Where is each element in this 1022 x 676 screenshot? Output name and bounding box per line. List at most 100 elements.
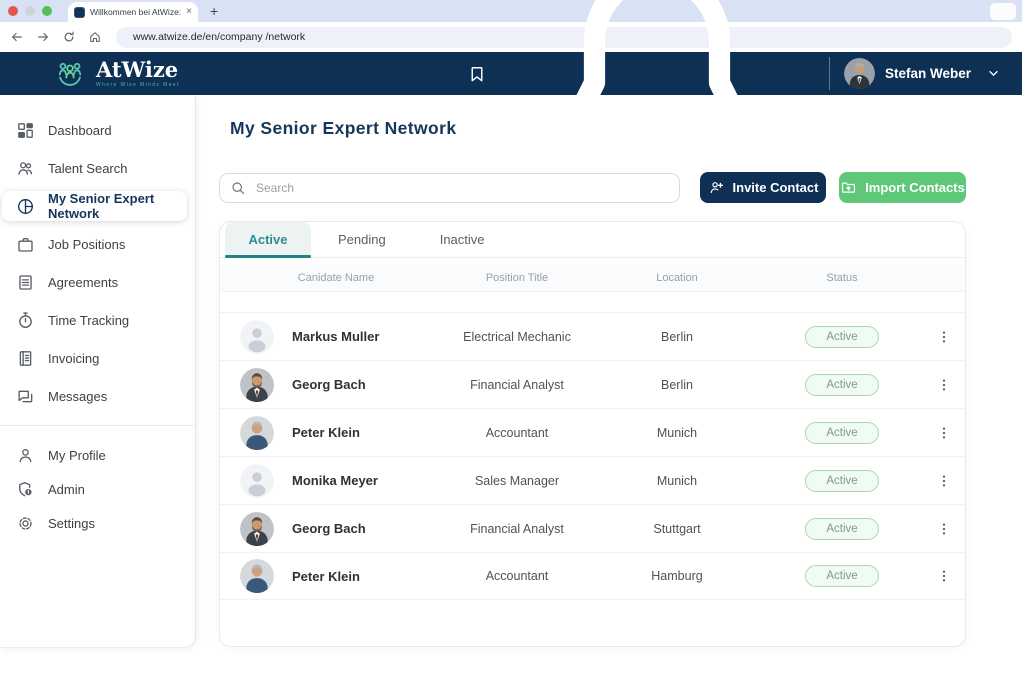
candidate-name: Peter Klein: [292, 425, 432, 440]
sidebar-item-dashboard[interactable]: Dashboard: [2, 115, 187, 145]
import-contacts-button[interactable]: Import Contacts: [839, 172, 966, 203]
window-minimize-button[interactable]: [25, 6, 35, 16]
sidebar-item-label: Settings: [48, 516, 95, 531]
column-header-status: Status: [752, 272, 932, 284]
photo-avatar-peter: [240, 559, 274, 593]
kebab-menu-icon[interactable]: [936, 521, 952, 537]
network-icon: [16, 197, 35, 216]
sidebar-item-label: Admin: [48, 482, 85, 497]
reload-icon: [62, 30, 76, 44]
agreements-icon: [16, 273, 35, 292]
status-badge: Active: [805, 374, 879, 396]
status-badge: Active: [805, 518, 879, 540]
app-header: AtWize Where Wise Minds Meet 3 Stefan We…: [0, 52, 1022, 95]
site-favicon: [74, 7, 85, 18]
brand-tagline: Where Wise Minds Meet: [96, 82, 180, 88]
photo-avatar-georg: [240, 512, 274, 546]
position-title: Accountant: [432, 569, 602, 583]
window-controls: [0, 6, 62, 16]
placeholder-avatar: [240, 320, 274, 354]
table-row[interactable]: Georg Bach Financial Analyst Stuttgart A…: [220, 504, 965, 552]
column-header-candidate-name: Canidate Name: [240, 272, 432, 284]
sidebar-item-invoicing[interactable]: Invoicing: [2, 343, 187, 373]
table-body: Markus Muller Electrical Mechanic Berlin…: [220, 312, 965, 600]
brand-logo[interactable]: AtWize Where Wise Minds Meet: [52, 57, 180, 91]
position-title: Sales Manager: [432, 474, 602, 488]
sidebar-item-job-positions[interactable]: Job Positions: [2, 229, 187, 259]
table-row[interactable]: Monika Meyer Sales Manager Munich Active: [220, 456, 965, 504]
table-header-row: Canidate Name Position Title Location St…: [220, 265, 965, 292]
sidebar-item-my-profile[interactable]: My Profile: [2, 442, 187, 468]
status-badge: Active: [805, 326, 879, 348]
location: Berlin: [602, 378, 752, 392]
brand-name: AtWize: [96, 59, 180, 80]
table-row[interactable]: Peter Klein Accountant Munich Active: [220, 408, 965, 456]
tab-pending[interactable]: Pending: [311, 222, 413, 257]
messages-icon: [16, 387, 35, 406]
table-row[interactable]: Georg Bach Financial Analyst Berlin Acti…: [220, 360, 965, 408]
kebab-menu-icon[interactable]: [936, 377, 952, 393]
search-box: [219, 173, 680, 203]
window-zoom-button[interactable]: [42, 6, 52, 16]
column-header-position-title: Position Title: [432, 272, 602, 284]
position-title: Electrical Mechanic: [432, 330, 602, 344]
photo-avatar-peter: [240, 416, 274, 450]
sidebar-item-my-senior-expert-network[interactable]: My Senior Expert Network: [2, 191, 187, 221]
time-tracking-icon: [16, 311, 35, 330]
new-tab-button[interactable]: +: [210, 4, 218, 18]
reload-button[interactable]: [58, 26, 80, 48]
search-input[interactable]: [219, 173, 680, 203]
sidebar-item-messages[interactable]: Messages: [2, 381, 187, 411]
candidate-name: Markus Muller: [292, 329, 432, 344]
sidebar: Dashboard Talent Search My Senior Expert…: [0, 95, 196, 648]
location: Munich: [602, 426, 752, 440]
status-badge: Active: [805, 470, 879, 492]
location: Munich: [602, 474, 752, 488]
folder-import-icon: [840, 179, 857, 196]
kebab-menu-icon[interactable]: [936, 473, 952, 489]
group-logo-icon: [52, 57, 88, 91]
sidebar-item-label: Agreements: [48, 275, 118, 290]
candidate-name: Georg Bach: [292, 377, 432, 392]
header-divider: [829, 57, 830, 90]
avatar[interactable]: [844, 58, 875, 89]
back-button[interactable]: [6, 26, 28, 48]
sidebar-item-settings[interactable]: Settings: [2, 510, 187, 536]
sidebar-primary-nav: Dashboard Talent Search My Senior Expert…: [0, 115, 195, 411]
home-button[interactable]: [84, 26, 106, 48]
import-contacts-label: Import Contacts: [865, 180, 965, 195]
tab-active[interactable]: Active: [225, 222, 311, 257]
position-title: Accountant: [432, 426, 602, 440]
table-row[interactable]: Peter Klein Accountant Hamburg Active: [220, 552, 965, 600]
actions-row: Invite Contact Import Contacts: [219, 172, 966, 203]
location: Berlin: [602, 330, 752, 344]
sidebar-item-label: Dashboard: [48, 123, 112, 138]
search-icon: [230, 180, 246, 196]
tab-inactive[interactable]: Inactive: [413, 222, 512, 257]
kebab-menu-icon[interactable]: [936, 425, 952, 441]
sidebar-item-agreements[interactable]: Agreements: [2, 267, 187, 297]
main-content: My Senior Expert Network Invite Contact …: [196, 95, 1022, 676]
table-row[interactable]: Markus Muller Electrical Mechanic Berlin…: [220, 312, 965, 360]
window-close-button[interactable]: [8, 6, 18, 16]
kebab-menu-icon[interactable]: [936, 329, 952, 345]
url-text: www.atwize.de/en/company /network: [133, 31, 305, 43]
dashboard-icon: [16, 121, 35, 140]
sidebar-item-admin[interactable]: Admin: [2, 476, 187, 502]
sidebar-item-time-tracking[interactable]: Time Tracking: [2, 305, 187, 335]
sidebar-secondary-nav: My Profile Admin Settings: [0, 442, 195, 536]
sidebar-item-label: My Profile: [48, 448, 106, 463]
photo-avatar-georg: [240, 368, 274, 402]
tab-bar: ActivePendingInactive: [220, 222, 965, 258]
kebab-menu-icon[interactable]: [936, 568, 952, 584]
location: Stuttgart: [602, 522, 752, 536]
forward-button[interactable]: [32, 26, 54, 48]
sidebar-item-talent-search[interactable]: Talent Search: [2, 153, 187, 183]
chevron-down-icon[interactable]: [987, 67, 1000, 80]
candidate-name: Monika Meyer: [292, 473, 432, 488]
column-header-location: Location: [602, 272, 752, 284]
arrow-left-icon: [10, 30, 24, 44]
browser-tab[interactable]: Willkommen bei AtWize: Der.. ×: [68, 2, 198, 22]
bookmark-icon[interactable]: [467, 64, 487, 84]
tab-close-icon[interactable]: ×: [186, 7, 192, 17]
